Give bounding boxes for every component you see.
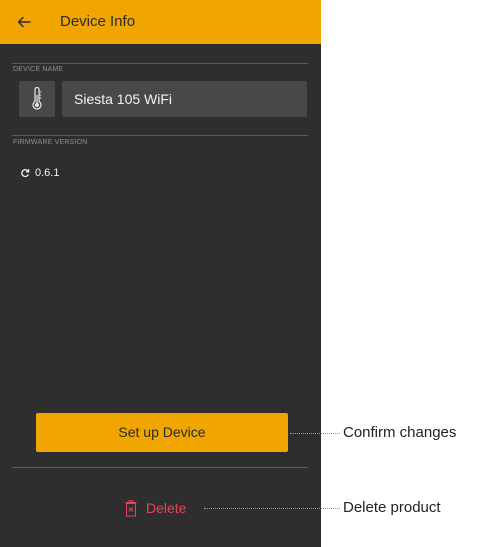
- callout-line: [290, 433, 340, 434]
- set-up-device-button[interactable]: Set up Device: [36, 413, 288, 452]
- callout-line: [204, 508, 340, 509]
- arrow-left-icon: [17, 16, 31, 28]
- divider: [12, 63, 308, 64]
- refresh-icon: [21, 169, 30, 178]
- delete-product-annotation: Delete product: [343, 499, 441, 516]
- delete-label: Delete: [146, 500, 187, 516]
- back-button[interactable]: [10, 8, 38, 36]
- device-info-screen: Device Info DEVICE NAME Siesta 105 WiFi …: [0, 0, 321, 547]
- firmware-version-value: 0.6.1: [35, 167, 60, 179]
- trash-icon: [125, 500, 137, 517]
- app-bar: Device Info: [0, 0, 321, 44]
- device-type-tile: [19, 81, 55, 117]
- confirm-changes-annotation: Confirm changes: [343, 424, 457, 441]
- thermometer-icon: [32, 87, 42, 110]
- firmware-version-row: 0.6.1: [20, 165, 59, 181]
- delete-button[interactable]: Delete: [124, 496, 186, 520]
- firmware-version-label: FIRMWARE VERSION: [13, 139, 88, 146]
- device-name-label: DEVICE NAME: [13, 66, 64, 73]
- divider: [12, 135, 308, 136]
- page-title: Device Info: [60, 13, 136, 30]
- device-name-input[interactable]: Siesta 105 WiFi: [62, 81, 307, 117]
- divider: [12, 467, 308, 468]
